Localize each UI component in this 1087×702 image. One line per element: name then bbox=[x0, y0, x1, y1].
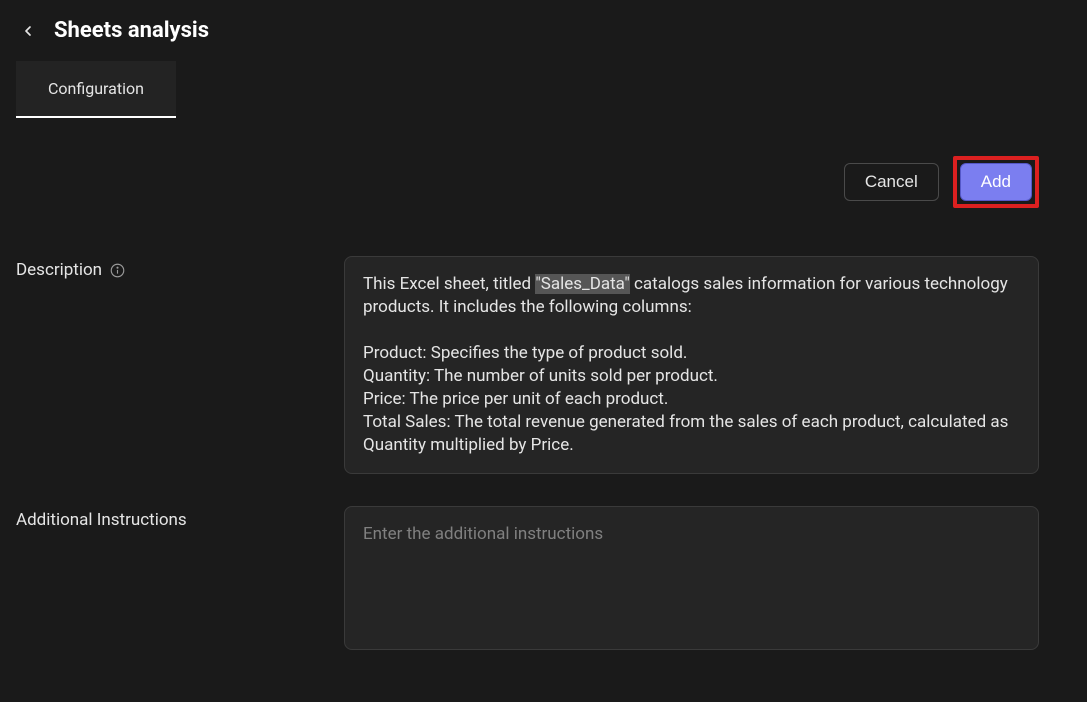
description-field[interactable]: This Excel sheet, titled "Sales_Data" ca… bbox=[344, 256, 1039, 474]
desc-columns: Product: Specifies the type of product s… bbox=[363, 343, 1013, 455]
additional-instructions-input[interactable] bbox=[344, 506, 1039, 650]
additional-instructions-label-text: Additional Instructions bbox=[16, 510, 187, 530]
add-button-highlight: Add bbox=[953, 156, 1039, 208]
page-title: Sheets analysis bbox=[54, 18, 209, 43]
info-icon[interactable] bbox=[110, 263, 125, 278]
back-button[interactable] bbox=[16, 19, 40, 43]
chevron-left-icon bbox=[20, 23, 36, 39]
additional-instructions-label: Additional Instructions bbox=[16, 506, 328, 650]
tabs-bar: Configuration bbox=[0, 61, 1087, 118]
cancel-button[interactable]: Cancel bbox=[844, 163, 939, 201]
desc-intro: This Excel sheet, titled bbox=[363, 274, 535, 294]
tab-configuration[interactable]: Configuration bbox=[16, 61, 176, 118]
add-button[interactable]: Add bbox=[960, 163, 1032, 201]
description-label-text: Description bbox=[16, 260, 102, 280]
description-label: Description bbox=[16, 256, 328, 474]
desc-highlight: "Sales_Data" bbox=[535, 274, 629, 294]
